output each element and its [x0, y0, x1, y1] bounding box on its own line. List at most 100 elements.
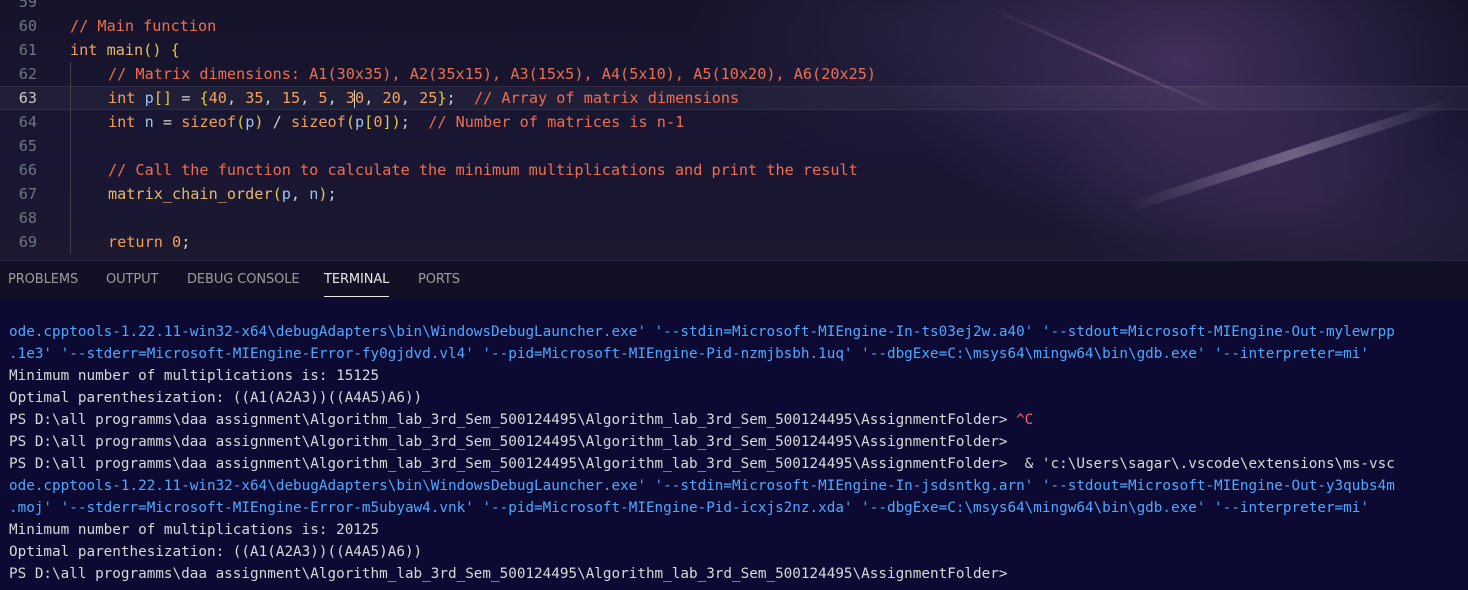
- code-token: ;: [181, 233, 191, 251]
- terminal-text: .moj' '--stderr=Microsoft-MIEngine-Error…: [9, 500, 1369, 516]
- code-token: 35: [245, 89, 264, 107]
- code-token: 0: [355, 89, 365, 107]
- code-token: // Main function: [70, 17, 217, 35]
- code-token: int: [108, 89, 136, 107]
- line-number: 66: [18, 161, 37, 179]
- code-line[interactable]: 69 return 0;: [0, 230, 1468, 254]
- code-token: 0: [172, 233, 182, 251]
- code-token: // Number of matrices is n-1: [428, 113, 685, 131]
- tab-problems[interactable]: PROBLEMS: [8, 272, 78, 287]
- code-token: =: [153, 113, 182, 131]
- terminal-text: Minimum number of multiplications is: 15…: [9, 368, 380, 384]
- terminal[interactable]: ode.cpptools-1.22.11-win32-x64\debugAdap…: [0, 300, 1468, 590]
- code-token: p: [144, 89, 154, 107]
- code-line[interactable]: 62 // Matrix dimensions: A1(30x35), A2(35…: [0, 62, 1468, 86]
- line-number: 60: [18, 17, 37, 35]
- terminal-line: Optimal parenthesization: ((A1(A2A3))((A…: [9, 387, 422, 409]
- code-token: ): [318, 185, 328, 203]
- line-number: 69: [18, 233, 37, 251]
- line-number: 64: [18, 113, 37, 131]
- panel-tab-bar: PROBLEMS OUTPUT DEBUG CONSOLE TERMINAL P…: [0, 260, 1468, 301]
- code-text: int n = sizeof(p) / sizeof(p[0]); // Num…: [108, 110, 684, 134]
- code-token: int: [108, 113, 136, 131]
- indent-guide: [70, 62, 71, 86]
- terminal-text: 'c:\Users\sagar\.vscode\extensions\ms-vs…: [1041, 456, 1395, 472]
- code-line[interactable]: 67 matrix_chain_order(p, n);: [0, 182, 1468, 206]
- code-token: p: [281, 185, 291, 203]
- terminal-text: PS D:\all programms\daa assignment\Algor…: [9, 412, 1017, 428]
- code-text: matrix_chain_order(p, n);: [108, 182, 337, 206]
- code-token: ;: [446, 89, 474, 107]
- code-token: ;: [327, 185, 337, 203]
- indent-guide: [70, 134, 71, 158]
- line-number: 62: [18, 65, 37, 83]
- terminal-text: Minimum number of multiplications is: 20…: [9, 522, 380, 538]
- line-number: 61: [18, 41, 37, 59]
- tab-ports[interactable]: PORTS: [418, 272, 460, 287]
- code-editor[interactable]: 59 60 // Main function 61 int main() {62// M…: [0, 0, 1468, 260]
- terminal-line: PS D:\all programms\daa assignment\Algor…: [9, 563, 1007, 585]
- code-token: ,: [226, 89, 246, 107]
- terminal-line: Minimum number of multiplications is: 20…: [9, 519, 379, 541]
- code-line[interactable]: 60 // Main function: [0, 14, 1468, 38]
- terminal-text: PS D:\all programms\daa assignment\Algor…: [9, 456, 1042, 472]
- code-token: =: [172, 89, 200, 107]
- code-token: 25: [419, 89, 438, 107]
- terminal-text: PS D:\all programms\daa assignment\Algor…: [9, 434, 1008, 450]
- terminal-line: .1e3' '--stderr=Microsoft-MIEngine-Error…: [9, 343, 1369, 365]
- terminal-text: PS D:\all programms\daa assignment\Algor…: [9, 566, 1008, 582]
- tab-output[interactable]: OUTPUT: [106, 272, 158, 287]
- terminal-text: .1e3' '--stderr=Microsoft-MIEngine-Error…: [9, 346, 1369, 362]
- code-token: 15: [281, 89, 301, 107]
- code-token: [: [364, 113, 374, 131]
- code-token: ,: [263, 89, 282, 107]
- code-token: ): [254, 113, 264, 131]
- terminal-text: ^C: [1016, 412, 1034, 428]
- line-number: 65: [18, 137, 37, 155]
- code-text: return 0;: [108, 230, 190, 254]
- code-token: // Call the function to calculate the mi…: [108, 161, 858, 179]
- code-text: int p[] = {40, 35, 15, 5, 30, 20, 25}; /…: [108, 86, 739, 110]
- code-line[interactable]: 66 // Call the function to calculate the …: [0, 158, 1468, 182]
- indent-guide: [70, 86, 71, 110]
- terminal-text: Optimal parenthesization: ((A1(A2A3))((A…: [9, 390, 423, 406]
- code-token: // Array of matrix dimensions: [473, 89, 740, 107]
- code-token: (: [345, 113, 355, 131]
- code-token: return: [108, 233, 163, 251]
- code-token: 5: [318, 89, 328, 107]
- code-token: p: [355, 113, 365, 131]
- tab-terminal[interactable]: TERMINAL: [324, 272, 390, 297]
- terminal-line: ode.cpptools-1.22.11-win32-x64\debugAdap…: [9, 321, 1395, 343]
- terminal-line: PS D:\all programms\daa assignment\Algor…: [9, 409, 1033, 431]
- line-number: 63: [18, 89, 37, 107]
- line-number: 68: [18, 209, 37, 227]
- terminal-text: ode.cpptools-1.22.11-win32-x64\debugAdap…: [9, 478, 1395, 494]
- terminal-line: Optimal parenthesization: ((A1(A2A3))((A…: [9, 541, 422, 563]
- line-number: 59: [18, 0, 37, 11]
- code-token: 40: [208, 89, 227, 107]
- tab-debug-console[interactable]: DEBUG CONSOLE: [187, 272, 300, 287]
- code-token: /: [263, 113, 291, 131]
- code-token: p: [245, 113, 255, 131]
- indent-guide: [70, 206, 71, 230]
- code-token: ,: [290, 185, 310, 203]
- code-token: ,: [327, 89, 346, 107]
- code-line[interactable]: 61 int main() {: [0, 38, 1468, 62]
- line-number: 67: [18, 185, 37, 203]
- code-line[interactable]: 64 int n = sizeof(p) / sizeof(p[0]); // N…: [0, 110, 1468, 134]
- terminal-text: ode.cpptools-1.22.11-win32-x64\debugAdap…: [9, 324, 1395, 340]
- code-token: sizeof: [290, 113, 346, 131]
- code-token: ,: [300, 89, 319, 107]
- code-line[interactable]: 68: [0, 206, 1468, 230]
- indent-guide: [70, 110, 71, 134]
- terminal-line: PS D:\all programms\daa assignment\Algor…: [9, 431, 1007, 453]
- code-token: []: [153, 89, 173, 107]
- code-text: // Call the function to calculate the mi…: [108, 158, 858, 182]
- code-line[interactable]: 63 int p[] = {40, 35, 15, 5, 30, 20, 25};…: [0, 86, 1468, 110]
- code-line[interactable]: 65: [0, 134, 1468, 158]
- code-line[interactable]: 59: [0, 0, 1468, 14]
- indent-guide: [70, 230, 71, 254]
